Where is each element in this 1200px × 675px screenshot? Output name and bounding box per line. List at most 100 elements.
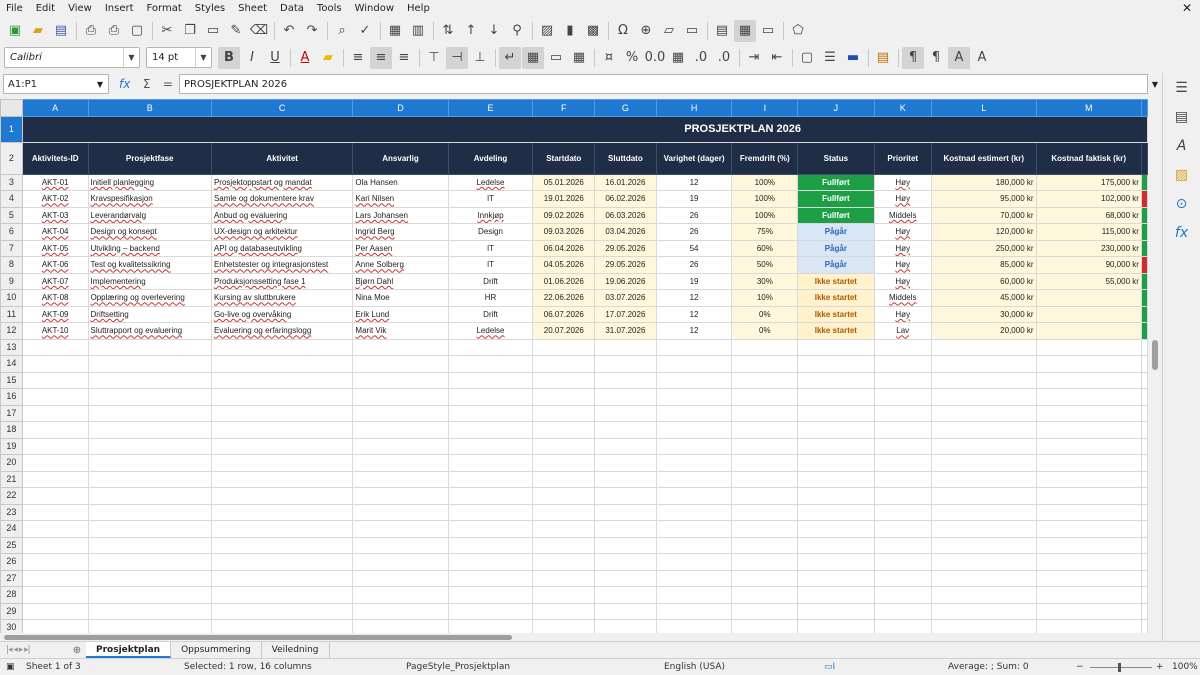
cell[interactable] [731, 536, 799, 554]
cell[interactable]: Evaluering og erfaringslogg [210, 322, 354, 340]
row-header[interactable]: 25 [0, 536, 23, 554]
cell[interactable] [797, 503, 875, 521]
menu-item-styles[interactable]: Styles [195, 3, 225, 14]
cell[interactable]: 68,000 kr [1035, 206, 1142, 224]
header-footer-icon[interactable]: ▭ [681, 20, 703, 42]
cell[interactable]: 55,000 kr [1035, 272, 1142, 290]
font-name-combo[interactable]: Calibri ▼ [4, 47, 140, 68]
cell[interactable]: Per Aasen [352, 239, 449, 257]
status-indicator-cell[interactable] [1140, 206, 1148, 224]
column-header-j[interactable]: J [797, 99, 875, 117]
cell[interactable]: AKT-02 [21, 190, 89, 208]
cell[interactable]: Kravspesifikasjon [87, 190, 212, 208]
sheet-navigation-icon[interactable]: |◂ ◂ ▸ ▸| [0, 645, 68, 655]
cell[interactable]: 05.01.2026 [532, 173, 596, 191]
row-header[interactable]: 17 [0, 404, 23, 422]
cell[interactable]: 50% [731, 256, 799, 274]
cell[interactable] [1035, 371, 1142, 389]
cell[interactable] [1140, 553, 1148, 571]
cell[interactable] [873, 602, 932, 620]
status-indicator-cell[interactable] [1140, 173, 1148, 191]
cell[interactable]: 09.03.2026 [532, 223, 596, 241]
row-header[interactable]: 5 [0, 206, 23, 224]
freeze-rows-columns-icon[interactable]: ▦ [734, 19, 756, 42]
copy-icon[interactable]: ❐ [179, 20, 201, 42]
column-header-l[interactable]: L [930, 99, 1037, 117]
cell[interactable] [21, 602, 89, 620]
cell[interactable]: 12 [655, 289, 733, 307]
cell[interactable] [210, 586, 354, 604]
row-header[interactable]: 20 [0, 454, 23, 472]
cell[interactable]: 230,000 kr [1035, 239, 1142, 257]
cell[interactable] [87, 520, 212, 538]
cell[interactable] [1035, 454, 1142, 472]
status-indicator-cell[interactable] [1140, 190, 1148, 208]
chevron-down-icon[interactable]: ▼ [123, 48, 139, 67]
cell[interactable] [21, 536, 89, 554]
menu-item-data[interactable]: Data [280, 3, 304, 14]
cell[interactable]: 06.03.2026 [594, 206, 657, 224]
cell[interactable]: 0% [731, 322, 799, 340]
cell[interactable] [930, 371, 1037, 389]
cell[interactable]: 120,000 kr [930, 223, 1037, 241]
clone-formatting-icon[interactable]: ✎ [225, 20, 247, 42]
cell[interactable]: 54 [655, 239, 733, 257]
row-header[interactable]: 2 [0, 141, 23, 175]
chevron-down-icon[interactable]: ▼ [195, 48, 211, 67]
cell[interactable] [21, 619, 89, 633]
cell[interactable]: Ikke startet [797, 272, 875, 290]
cell[interactable] [87, 388, 212, 406]
cell[interactable] [873, 388, 932, 406]
cell[interactable]: 45,000 kr [930, 289, 1037, 307]
cell[interactable] [930, 602, 1037, 620]
cell[interactable]: Anbud og evaluering [210, 206, 354, 224]
cell[interactable] [447, 355, 534, 373]
cell[interactable] [655, 338, 733, 356]
cell[interactable]: 31.07.2026 [594, 322, 657, 340]
cell[interactable] [797, 470, 875, 488]
cell[interactable]: Ledelse [447, 173, 534, 191]
cell[interactable] [797, 338, 875, 356]
cell[interactable]: Go-live og overvåking [210, 305, 354, 323]
undo-icon[interactable]: ↶ [278, 20, 300, 42]
cell[interactable]: 10% [731, 289, 799, 307]
column-header-a[interactable]: A [21, 99, 89, 117]
print-preview-icon[interactable]: ▢ [126, 20, 148, 42]
cell[interactable]: Enhetstester og integrasjonstest [210, 256, 354, 274]
cell[interactable] [21, 520, 89, 538]
cell[interactable] [447, 569, 534, 587]
menu-item-insert[interactable]: Insert [105, 3, 134, 14]
cell[interactable] [21, 404, 89, 422]
cell[interactable] [594, 569, 657, 587]
cell[interactable]: Fullført [797, 206, 875, 224]
row-header[interactable]: 16 [0, 388, 23, 406]
cell[interactable]: Høy [873, 173, 932, 191]
cell[interactable] [594, 454, 657, 472]
cell[interactable] [594, 520, 657, 538]
new-document-icon[interactable]: ▣ [4, 20, 26, 42]
row-header[interactable]: 13 [0, 338, 23, 356]
cell[interactable]: Pågår [797, 239, 875, 257]
cell[interactable] [1035, 619, 1142, 633]
cell[interactable]: Bjørn Dahl [352, 272, 449, 290]
cell[interactable] [655, 602, 733, 620]
highlight-color-icon[interactable]: ▰ [317, 47, 339, 69]
scroll-thumb[interactable] [4, 635, 512, 640]
row-header[interactable]: 3 [0, 173, 23, 191]
cell[interactable]: 26 [655, 206, 733, 224]
cell[interactable] [797, 553, 875, 571]
cell[interactable] [1140, 536, 1148, 554]
cell[interactable] [87, 437, 212, 455]
cell[interactable] [797, 404, 875, 422]
cell[interactable] [352, 454, 449, 472]
cell[interactable]: 100% [731, 206, 799, 224]
column-header-d[interactable]: D [352, 99, 449, 117]
align-bottom-icon[interactable]: ⊥ [469, 47, 491, 69]
cell[interactable] [1140, 454, 1148, 472]
cell[interactable] [873, 437, 932, 455]
cell[interactable]: IT [447, 256, 534, 274]
cell[interactable] [1140, 487, 1148, 505]
header-overflow-cell[interactable] [1140, 141, 1148, 175]
cell[interactable] [1140, 470, 1148, 488]
cell[interactable] [731, 487, 799, 505]
